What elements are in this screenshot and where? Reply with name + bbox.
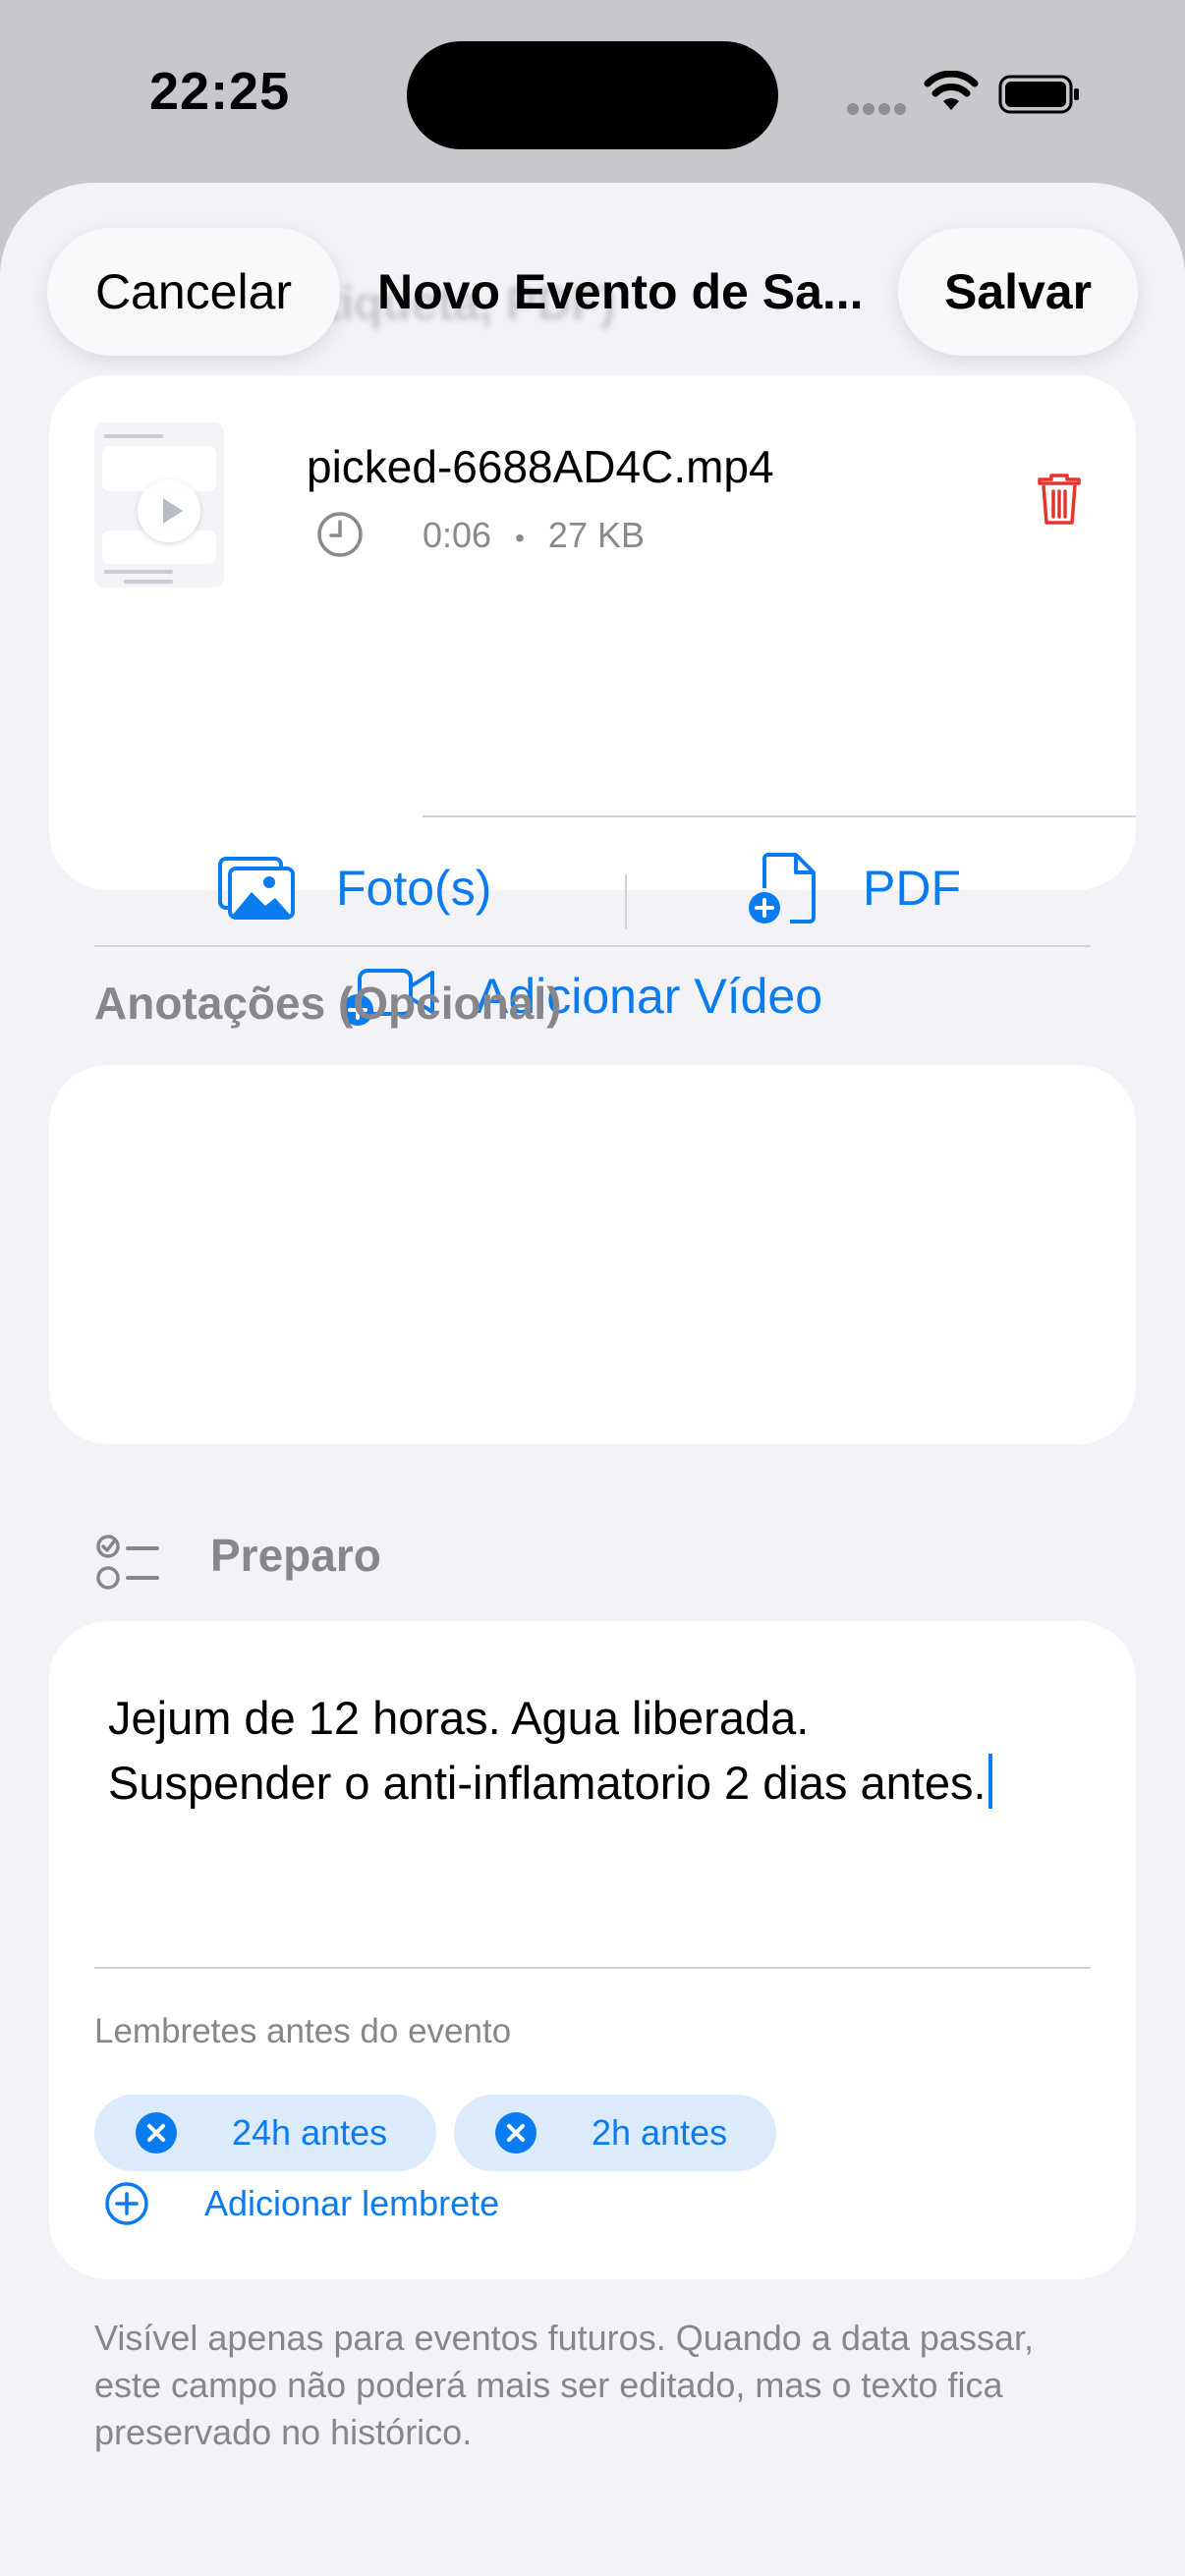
reminders-label: Lembretes antes do evento: [94, 2012, 512, 2050]
attachment-duration: 0:06: [423, 515, 492, 555]
pdf-add-icon: [749, 853, 816, 924]
reminder-chip-label: 2h antes: [592, 2112, 728, 2153]
reminder-chip-label: 24h antes: [232, 2112, 388, 2153]
video-thumbnail[interactable]: [94, 422, 224, 588]
divider: [94, 1967, 1091, 1969]
remove-reminder-icon[interactable]: [495, 2112, 536, 2154]
reminder-chip[interactable]: 2h antes: [454, 2095, 776, 2171]
add-photos-label: Foto(s): [336, 861, 492, 916]
cancel-button[interactable]: Cancelar: [47, 228, 340, 356]
add-reminder-button[interactable]: Adicionar lembrete: [104, 2181, 499, 2226]
battery-icon: [998, 75, 1079, 114]
divider: [423, 815, 1136, 817]
play-icon: [138, 479, 200, 542]
add-pdf-label: PDF: [863, 861, 961, 916]
attachment-size: 27 KB: [547, 515, 645, 555]
preparation-line: Suspender o anti-inflamatorio 2 dias ant…: [108, 1757, 987, 1809]
preparation-card: Jejum de 12 horas. Agua liberada. Suspen…: [49, 1621, 1136, 2279]
modal-sheet: Anexos (Etiqueta, PDF) Cancelar Novo Eve…: [0, 183, 1185, 2576]
save-button[interactable]: Salvar: [898, 228, 1138, 356]
add-photos-button[interactable]: Foto(s): [216, 855, 491, 922]
preparation-section-label: Preparo: [210, 1530, 381, 1581]
attachment-file-name: picked-6688AD4C.mp4: [307, 441, 774, 492]
remove-reminder-icon[interactable]: [136, 2112, 177, 2154]
notes-section-label: Anotações (Opcional): [94, 978, 562, 1029]
meta-separator: •: [515, 523, 525, 553]
text-cursor: [988, 1754, 992, 1809]
navigation-bar: Cancelar Novo Evento de Sa... Salvar: [0, 228, 1185, 356]
plus-circle-icon: [105, 2182, 148, 2225]
attachment-meta: 0:06 • 27 KB: [423, 515, 645, 556]
trash-icon[interactable]: [1036, 470, 1083, 527]
add-reminder-label: Adicionar lembrete: [204, 2183, 500, 2223]
preparation-text-field[interactable]: Jejum de 12 horas. Agua liberada. Suspen…: [108, 1686, 1091, 1816]
reminder-chip[interactable]: 24h antes: [94, 2095, 436, 2171]
preparation-line: Jejum de 12 horas. Agua liberada.: [108, 1692, 810, 1744]
clock-icon: [317, 512, 363, 557]
checklist-icon: [96, 1535, 159, 1590]
status-bar: 22:25: [0, 0, 1185, 187]
attachments-card: picked-6688AD4C.mp4 0:06 • 27 KB Foto(s): [49, 375, 1136, 1026]
page-title: Novo Evento de Sa...: [377, 264, 864, 319]
cellular-signal-icon: [847, 102, 910, 120]
dynamic-island: [407, 41, 778, 149]
divider: [625, 874, 627, 929]
preparation-footer-note: Visível apenas para eventos futuros. Qua…: [94, 2318, 1034, 2452]
notes-text-area[interactable]: [49, 1065, 1136, 1444]
divider: [94, 945, 1091, 947]
add-pdf-button[interactable]: PDF: [747, 851, 961, 925]
photos-icon: [218, 857, 295, 920]
status-time: 22:25: [149, 62, 291, 121]
wifi-icon: [924, 71, 979, 110]
